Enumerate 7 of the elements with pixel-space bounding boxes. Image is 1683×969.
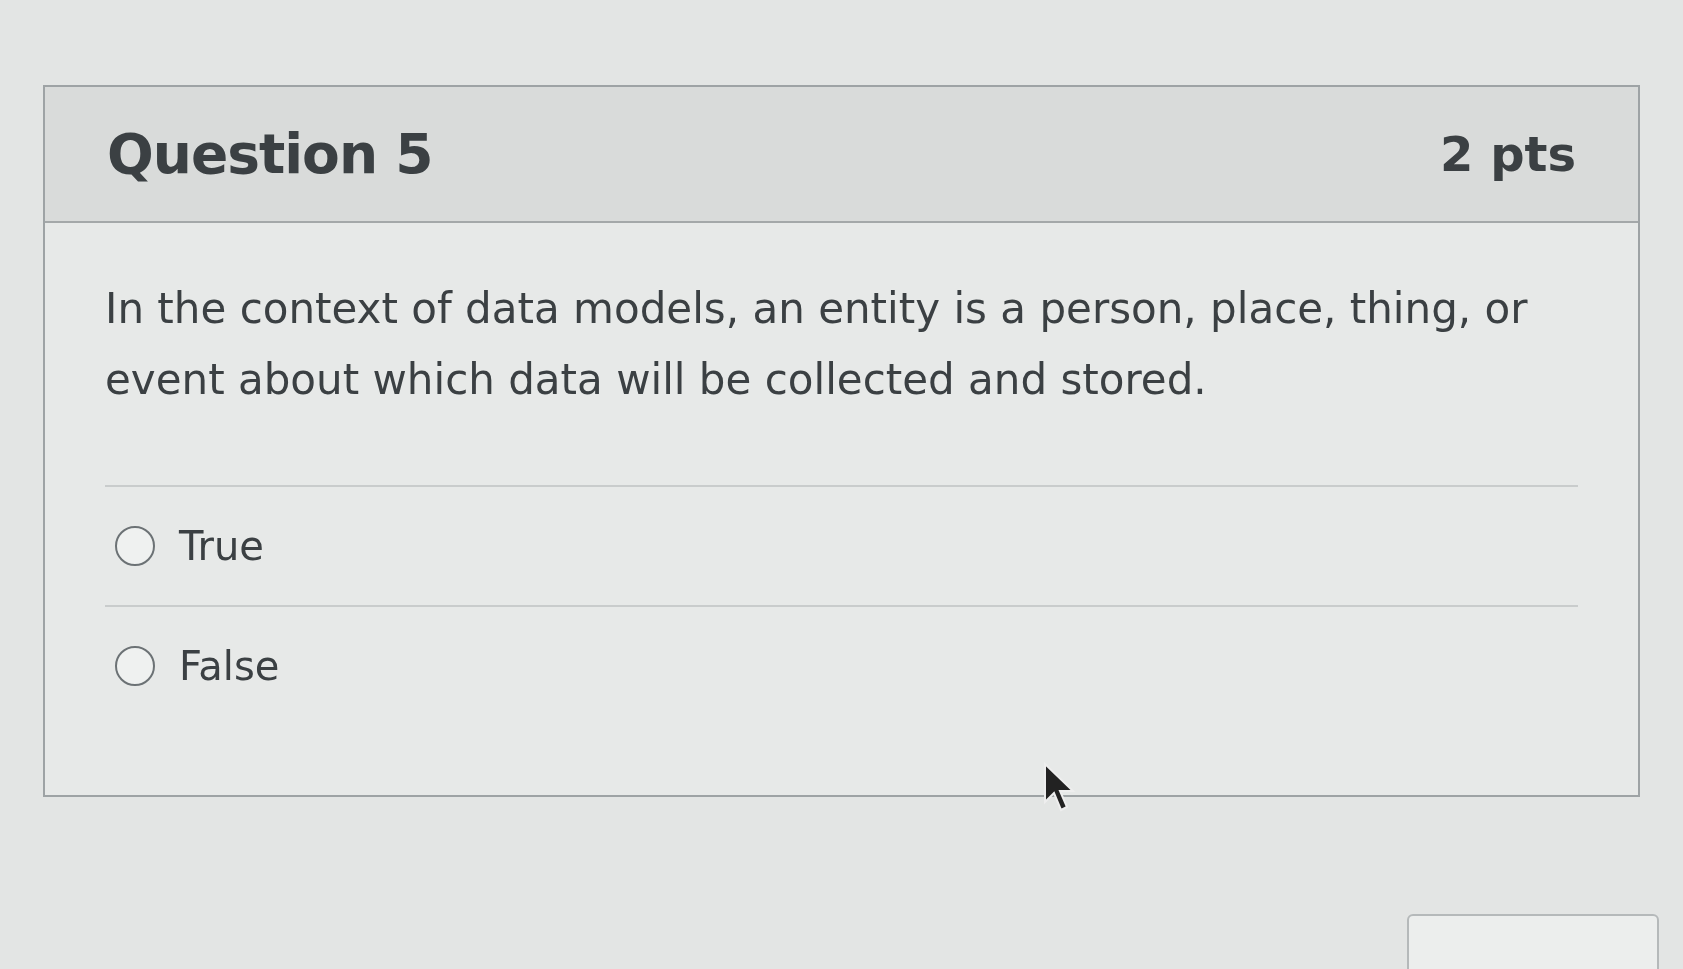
radio-button[interactable] <box>115 526 155 566</box>
points-label: 2 pts <box>1440 125 1576 184</box>
answer-label: True <box>179 522 264 571</box>
question-title: Question 5 <box>107 120 433 188</box>
answer-label: False <box>179 642 280 691</box>
radio-button[interactable] <box>115 646 155 686</box>
question-text: In the context of data models, an entity is a person, place, thing, or event about which data will be collected and stored. <box>105 283 1529 406</box>
